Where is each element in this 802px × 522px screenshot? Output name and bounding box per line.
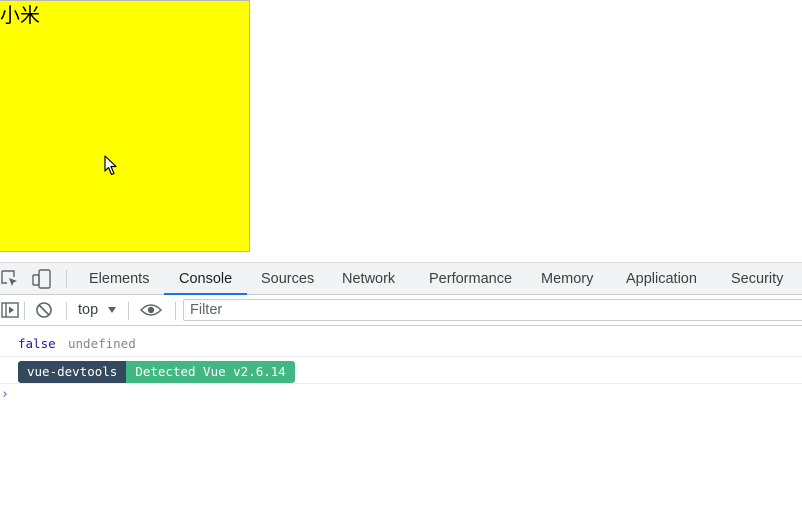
toolbar-separator bbox=[24, 302, 25, 320]
console-message: vue-devtools Detected Vue v2.6.14 bbox=[0, 357, 802, 384]
badge-left: vue-devtools bbox=[18, 361, 127, 383]
devtools-tabbar: Elements Console Sources Network Perform… bbox=[0, 262, 802, 296]
web-page: 小米 bbox=[0, 0, 802, 262]
clear-console-icon[interactable] bbox=[34, 300, 54, 320]
box-text: 小米 bbox=[0, 5, 40, 27]
console-output: false undefined vue-devtools Detected Vue… bbox=[0, 326, 802, 522]
yellow-box[interactable]: 小米 bbox=[0, 0, 250, 252]
console-toolbar: top bbox=[0, 295, 802, 326]
devtools-panel: Elements Console Sources Network Perform… bbox=[0, 262, 802, 522]
inspect-element-icon[interactable] bbox=[0, 269, 20, 289]
console-message: false undefined bbox=[0, 330, 802, 357]
tab-network[interactable]: Network bbox=[342, 263, 395, 295]
chevron-down-icon[interactable] bbox=[108, 307, 116, 313]
tab-console[interactable]: Console bbox=[179, 263, 232, 295]
tab-memory[interactable]: Memory bbox=[541, 263, 593, 295]
toolbar-separator bbox=[128, 302, 129, 320]
console-prompt-icon[interactable]: › bbox=[1, 387, 9, 402]
context-selector[interactable]: top bbox=[78, 295, 98, 325]
tab-security[interactable]: Security bbox=[731, 263, 783, 295]
tab-elements[interactable]: Elements bbox=[89, 263, 149, 295]
filter-input[interactable] bbox=[183, 299, 802, 321]
tabbar-separator bbox=[66, 270, 67, 288]
log-value: false bbox=[18, 336, 56, 351]
toolbar-separator bbox=[175, 302, 176, 320]
show-sidebar-icon[interactable] bbox=[0, 300, 20, 320]
vue-devtools-badge: vue-devtools Detected Vue v2.6.14 bbox=[18, 361, 295, 383]
log-result: undefined bbox=[68, 336, 136, 351]
live-expression-icon[interactable] bbox=[140, 300, 162, 320]
device-toolbar-icon[interactable] bbox=[32, 269, 52, 289]
toolbar-separator bbox=[66, 302, 67, 320]
tab-performance[interactable]: Performance bbox=[429, 263, 512, 295]
tab-application[interactable]: Application bbox=[626, 263, 697, 295]
mouse-cursor-icon bbox=[104, 155, 117, 176]
tab-sources[interactable]: Sources bbox=[261, 263, 314, 295]
badge-right: Detected Vue v2.6.14 bbox=[126, 361, 295, 383]
